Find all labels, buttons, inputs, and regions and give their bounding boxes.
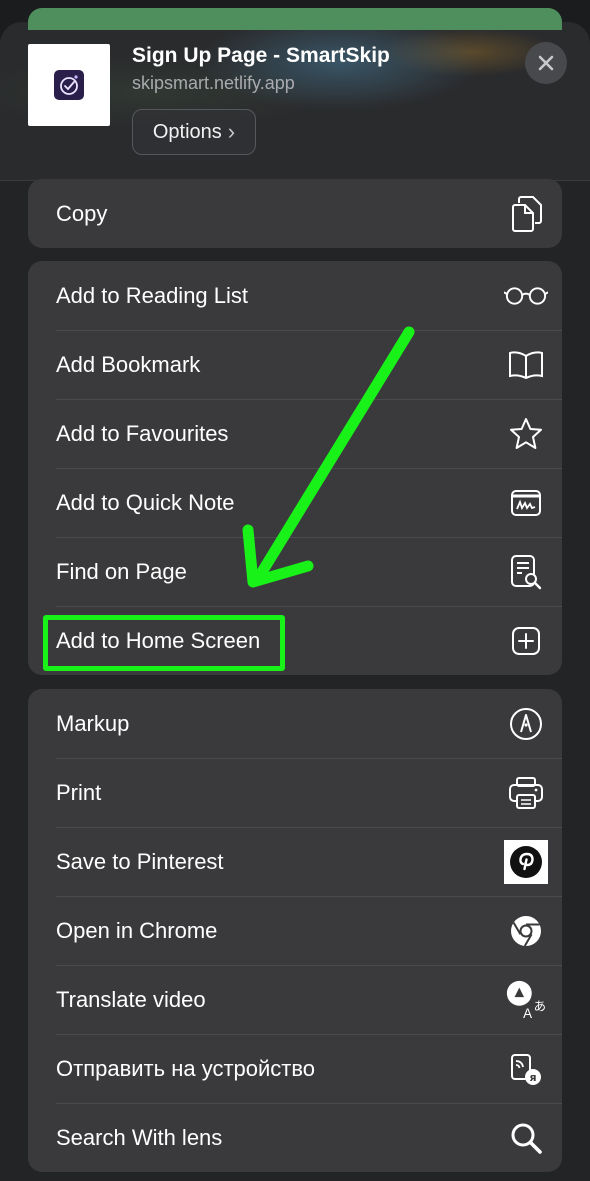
annotation-arrow	[242, 326, 415, 588]
